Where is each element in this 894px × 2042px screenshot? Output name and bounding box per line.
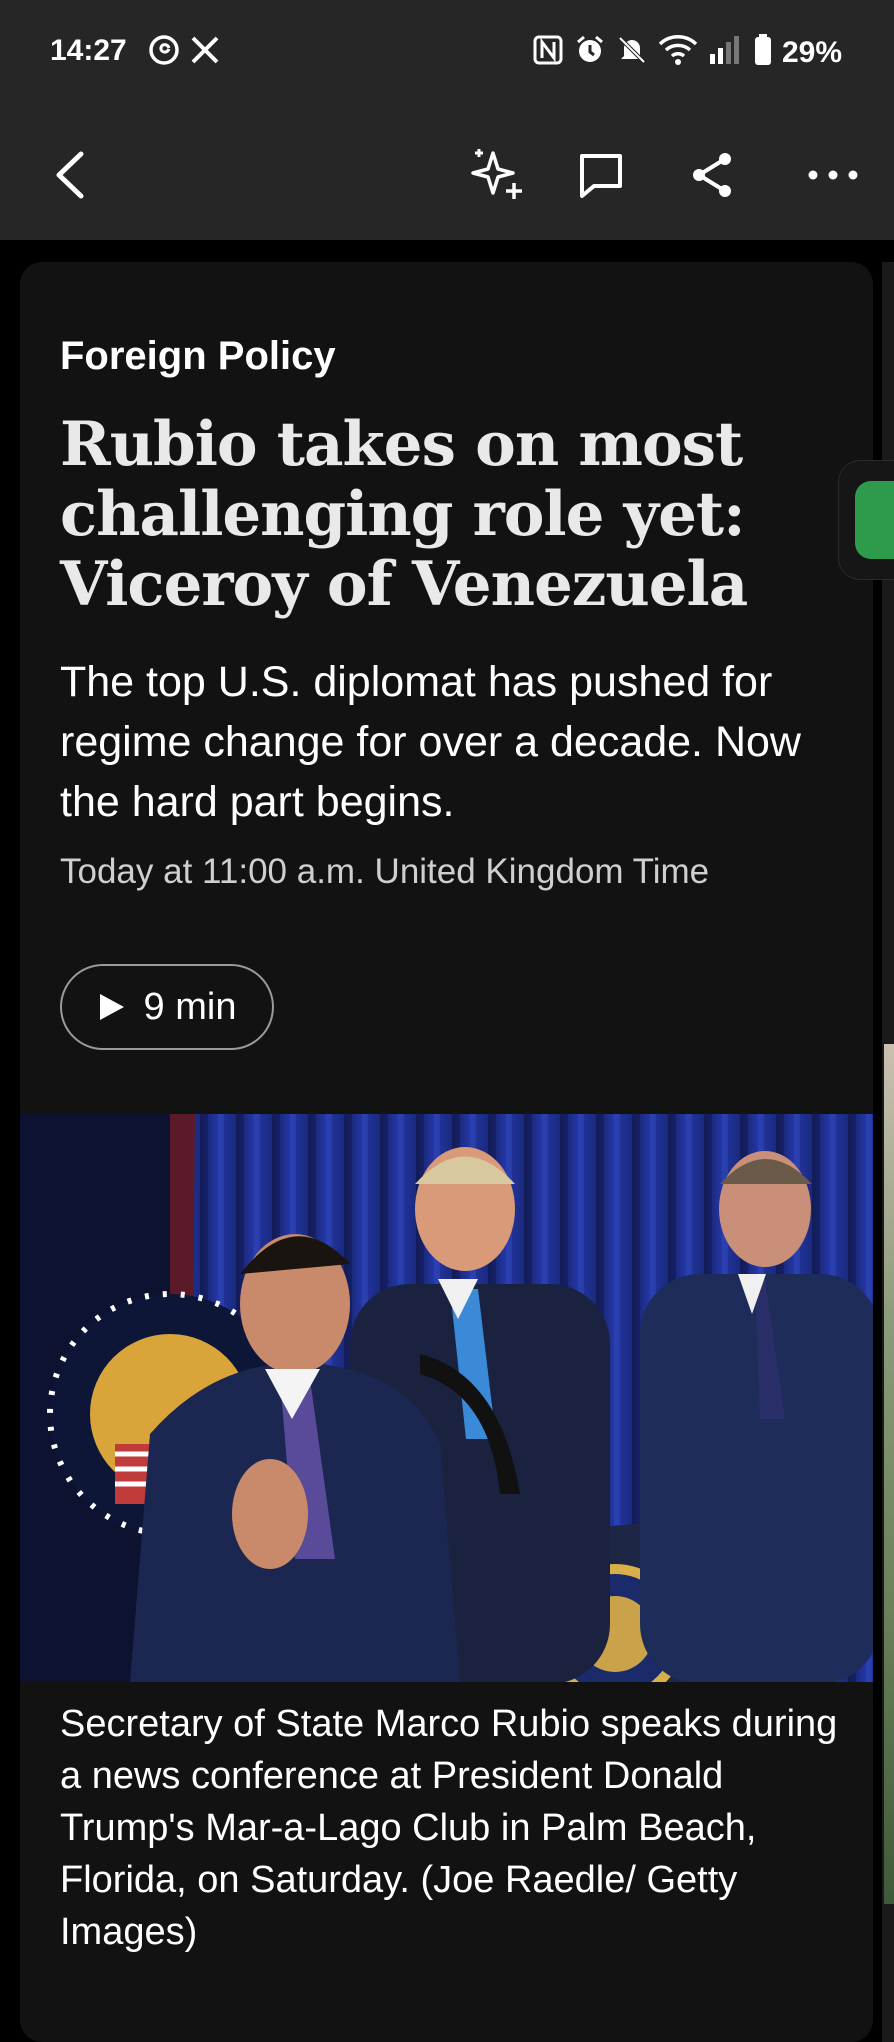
share-button[interactable] <box>677 140 747 210</box>
sparkle-icon <box>471 149 522 199</box>
ai-summary-button[interactable] <box>462 140 532 210</box>
signal-icon <box>708 34 744 71</box>
nfc-icon <box>532 34 564 71</box>
more-icon <box>808 170 858 180</box>
threads-icon <box>148 34 180 71</box>
listen-button[interactable]: 9 min <box>60 964 274 1050</box>
x-icon <box>190 35 220 70</box>
article-card: Foreign Policy Rubio takes on most chall… <box>20 262 873 2042</box>
section-label[interactable]: Foreign Policy <box>60 334 336 379</box>
battery-icon <box>754 34 772 71</box>
alarm-icon <box>574 34 606 71</box>
comments-button[interactable] <box>566 140 636 210</box>
article-headline: Rubio takes on most challenging role yet… <box>60 409 748 620</box>
article-timestamp: Today at 11:00 a.m. United Kingdom Time <box>60 852 710 891</box>
comment-icon <box>580 154 622 198</box>
status-bar: 14:27 29% <box>0 0 894 110</box>
article-dek: The top U.S. diplomat has pushed for reg… <box>60 658 801 826</box>
press-conference-photo <box>20 1114 873 1682</box>
next-article-image-edge <box>884 1044 894 1904</box>
article-photo[interactable] <box>20 1114 873 1682</box>
listen-duration: 9 min <box>143 985 237 1028</box>
back-button[interactable] <box>36 140 106 210</box>
back-icon <box>56 151 84 199</box>
status-time: 14:27 <box>50 34 127 67</box>
photo-caption: Secretary of State Marco Rubio speaks du… <box>60 1703 838 1953</box>
battery-percent: 29% <box>781 35 842 69</box>
play-icon <box>99 994 124 1020</box>
assistant-pill <box>855 481 894 559</box>
floating-assistant-tab[interactable] <box>838 460 894 580</box>
mute-icon <box>616 34 648 71</box>
more-button[interactable] <box>798 140 868 210</box>
wifi-icon <box>658 34 698 71</box>
share-icon <box>693 153 731 197</box>
article-toolbar <box>0 110 894 240</box>
